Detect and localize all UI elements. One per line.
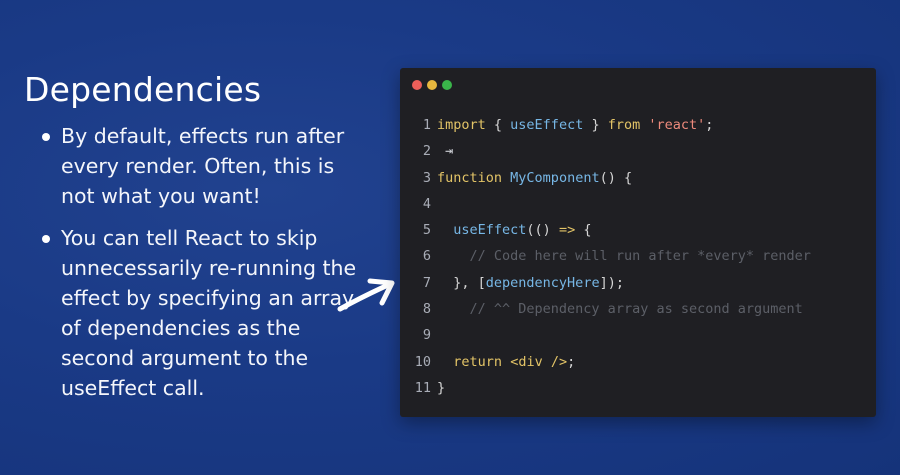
- code-text: ;: [705, 117, 714, 133]
- bullet-item: You can tell React to skip unnecessarily…: [24, 223, 369, 403]
- identifier: useEffect: [510, 117, 584, 133]
- slide-text: Dependencies By default, effects run aft…: [24, 70, 369, 415]
- line-number: 1: [422, 117, 431, 133]
- code-line: 8 // ^^ Dependency array as second argum…: [400, 296, 876, 322]
- code-line: 7 }, [dependencyHere]);: [400, 270, 876, 296]
- code-line: 5 useEffect(() => {: [400, 217, 876, 243]
- code-line: 11 }: [400, 375, 876, 401]
- line-number: 4: [422, 195, 431, 212]
- minimize-dot-icon[interactable]: [427, 80, 437, 90]
- window-controls: [412, 80, 452, 90]
- line-number: 5: [422, 222, 431, 239]
- code-line: 10 return <div />;: [400, 349, 876, 375]
- code-comment: // Code here will run after *every* rend…: [469, 248, 811, 265]
- code-line: 2 ⇥: [400, 138, 876, 164]
- code-text: {: [575, 222, 592, 239]
- close-dot-icon[interactable]: [412, 80, 422, 90]
- string-literal: 'react': [648, 117, 706, 133]
- code-line: 4: [400, 191, 876, 217]
- code-text: ;: [567, 353, 576, 370]
- line-number: 10: [414, 353, 431, 370]
- code-text: }: [583, 117, 608, 133]
- maximize-dot-icon[interactable]: [442, 80, 452, 90]
- line-number: 8: [422, 301, 431, 318]
- keyword: from: [607, 117, 641, 133]
- code-text: {: [485, 117, 511, 133]
- bullet-text: By default, effects run after every rend…: [61, 124, 345, 208]
- arrow-right-icon: [337, 278, 395, 312]
- operator: =>: [558, 222, 576, 239]
- code-line: 6 // Code here will run after *every* re…: [400, 243, 876, 269]
- code-block: 1 import { useEffect } from 'react'; 2 ⇥…: [400, 112, 876, 401]
- bullet-dot-icon: [42, 133, 50, 141]
- bullet-text: You can tell React to skip unnecessarily…: [61, 226, 357, 400]
- identifier: MyComponent: [510, 169, 600, 186]
- line-number: 2: [422, 143, 431, 160]
- code-comment: // ^^ Dependency array as second argumen…: [469, 301, 803, 318]
- keyword: import: [437, 117, 486, 133]
- code-text: ((): [526, 222, 559, 239]
- code-text: }, [: [437, 274, 486, 291]
- code-text: () {: [599, 169, 633, 186]
- line-number: 3: [422, 169, 431, 186]
- slide-title: Dependencies: [24, 70, 262, 109]
- code-text: }: [437, 379, 446, 396]
- code-line: 3 function MyComponent() {: [400, 165, 876, 191]
- keyword: function: [437, 169, 503, 186]
- line-number: 7: [422, 274, 431, 291]
- code-line: 9: [400, 322, 876, 348]
- identifier: dependencyHere: [485, 274, 600, 291]
- tab-marker-icon: ⇥: [445, 143, 454, 160]
- keyword: return: [453, 353, 503, 370]
- bullet-list: By default, effects run after every rend…: [24, 121, 369, 403]
- code-line: 1 import { useEffect } from 'react';: [400, 112, 876, 138]
- jsx-tag: <div />: [510, 353, 568, 370]
- code-text: ]);: [599, 274, 624, 291]
- line-number: 9: [422, 327, 431, 344]
- bullet-item: By default, effects run after every rend…: [24, 121, 369, 211]
- identifier: useEffect: [453, 222, 527, 239]
- code-editor-window: 1 import { useEffect } from 'react'; 2 ⇥…: [400, 68, 876, 417]
- line-number: 11: [414, 379, 431, 396]
- bullet-dot-icon: [42, 235, 50, 243]
- line-number: 6: [422, 248, 431, 265]
